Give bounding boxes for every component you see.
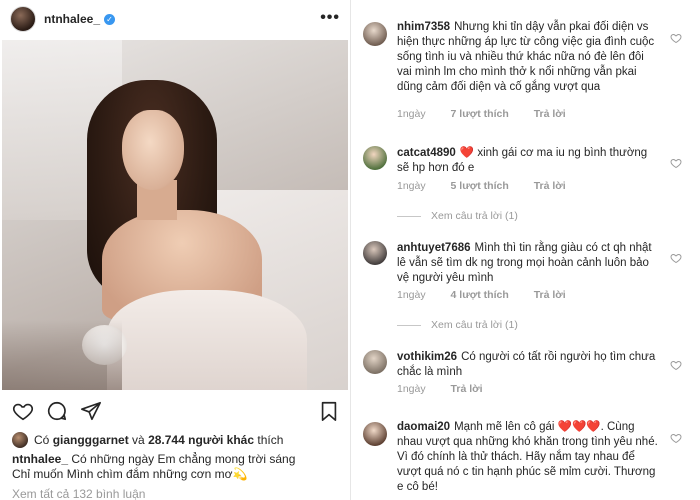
comment-time: 1ngày [397,180,426,192]
reply-button[interactable]: Trả lời [534,289,566,301]
photo-face [122,110,184,190]
likes-prefix: Có [34,433,50,447]
avatar[interactable] [363,422,387,446]
red-heart-icon: ❤️ [459,147,475,159]
heart-icon[interactable] [12,400,34,422]
view-all-comments[interactable]: Xem tất cả 132 bình luận [12,487,145,500]
more-icon[interactable]: ••• [320,9,340,27]
comment-body: daomai20 Mạnh mẽ lên cô gái ❤️❤️❤️. Cùng … [397,420,659,495]
caption-line-2: Chỉ muốn Mình chìm đắm những cơn mơ💫 [12,467,248,481]
comment-body: anhtuyet7686 Mình thì tin rằng giàu có ct… [397,241,659,286]
caption-author[interactable]: ntnhalee_ [12,452,68,466]
likes-middle: và [132,433,145,447]
heart-icon[interactable] [670,358,682,371]
comment-time: 1ngày [397,108,426,120]
likes-count[interactable]: 28.744 người khác [148,433,254,447]
heart-icon[interactable] [670,156,682,169]
comment-username[interactable]: nhim7358 [397,21,450,33]
comment-username[interactable]: anhtuyet7686 [397,242,471,254]
comment-time: 1ngày [397,289,426,301]
share-icon[interactable] [80,400,102,422]
comment-body: vothikim26 Có người có tất rồi người họ t… [397,350,659,380]
post-panel: ntnhalee_ ✓ ••• Có giangggarnet và 28.74… [0,0,350,500]
post-actions [0,396,350,424]
heart-icon[interactable] [670,31,682,44]
verified-icon: ✓ [104,13,116,25]
replies-line [397,324,421,326]
comment-meta: 1ngày Trả lời [397,383,505,395]
replies-line [397,215,421,217]
likes-suffix: thích [257,433,284,447]
reply-button[interactable]: Trả lời [534,180,566,192]
comment-likes[interactable]: 5 lượt thích [451,180,509,192]
bookmark-icon[interactable] [318,400,340,422]
red-heart-icon: ❤️❤️❤️ [557,421,601,433]
photo-shadow [2,320,122,390]
comment-body: nhim7358 Nhưng khi tỉn dậy vẫn pkai đối d… [397,20,659,95]
comments-panel: nhim7358 Nhưng khi tỉn dậy vẫn pkai đối d… [351,0,700,500]
avatar[interactable] [363,146,387,170]
caption-line-1: Có những ngày Em chẳng mong trời sáng [71,452,296,466]
post-caption: ntnhalee_ Có những ngày Em chẳng mong tr… [12,452,342,482]
heart-icon[interactable] [670,251,682,264]
avatar[interactable] [363,350,387,374]
reply-button[interactable]: Trả lời [534,108,566,120]
comment-likes[interactable]: 7 lượt thích [451,108,509,120]
comment-time: 1ngày [397,383,426,395]
comment-meta: 1ngày 5 lượt thích Trả lời [397,180,588,192]
photo-dress [107,290,307,390]
liker-avatar[interactable] [12,432,28,448]
comment-meta: 1ngày 4 lượt thích Trả lời [397,289,588,301]
post-header: ntnhalee_ ✓ ••• [0,0,350,38]
avatar[interactable] [10,6,36,32]
post-username[interactable]: ntnhalee_ [44,12,100,26]
comment-username[interactable]: catcat4890 [397,147,456,159]
comment-username[interactable]: daomai20 [397,421,450,433]
comment-username[interactable]: vothikim26 [397,351,457,363]
view-replies[interactable]: Xem câu trả lời (1) [397,319,518,331]
avatar[interactable] [363,22,387,46]
comment-body: catcat4890 ❤️ xinh gái cơ ma iu ng bình t… [397,146,659,176]
view-replies[interactable]: Xem câu trả lời (1) [397,210,518,222]
comment-meta: 1ngày 7 lượt thích Trả lời [397,108,588,120]
comment-icon[interactable] [46,400,68,422]
likes-line: Có giangggarnet và 28.744 người khác thí… [12,432,283,448]
comment-likes[interactable]: 4 lượt thích [451,289,509,301]
view-replies-label[interactable]: Xem câu trả lời (1) [431,210,518,222]
liker-username[interactable]: giangggarnet [53,433,129,447]
comment-text-before: Mạnh mẽ lên cô gái [454,421,555,433]
reply-button[interactable]: Trả lời [451,383,483,395]
avatar[interactable] [363,241,387,265]
view-replies-label[interactable]: Xem câu trả lời (1) [431,319,518,331]
heart-icon[interactable] [670,431,682,444]
post-photo[interactable] [2,40,348,390]
